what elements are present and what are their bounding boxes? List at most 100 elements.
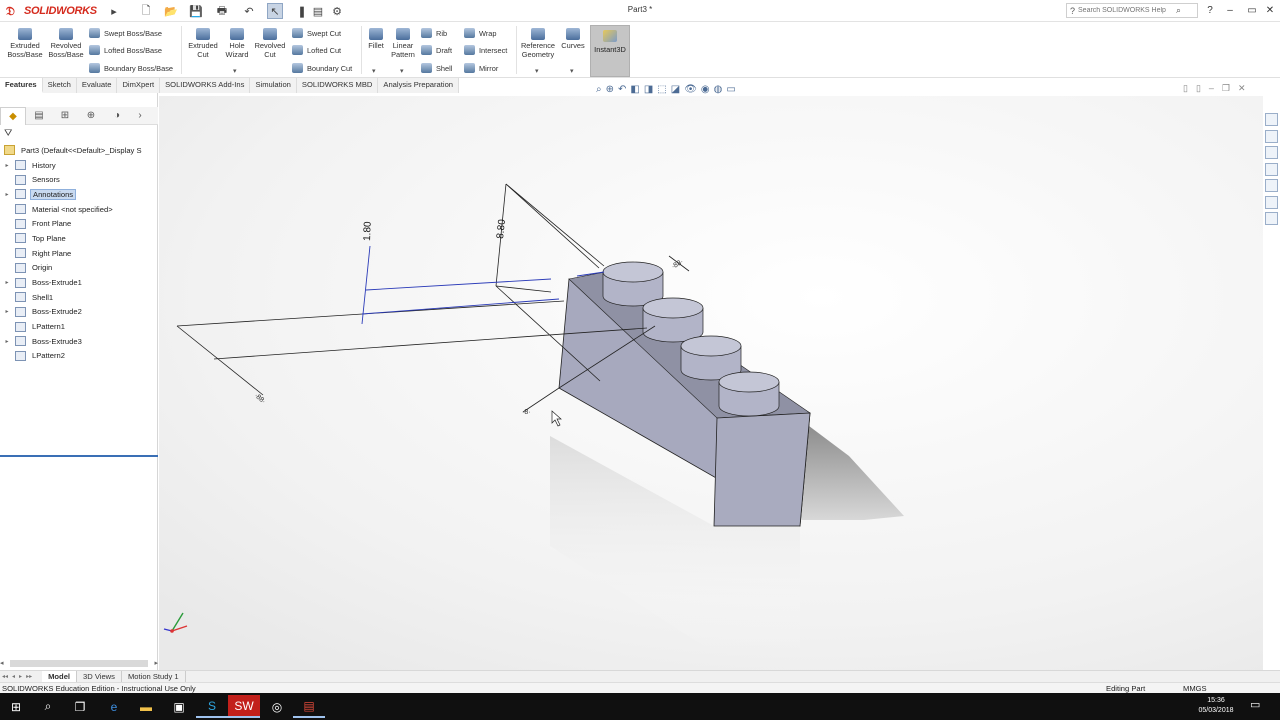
tree-item[interactable]: LPattern2 xyxy=(0,349,158,364)
viewport-restore-icon[interactable]: ❐ xyxy=(1222,83,1230,94)
configurationmanager-tab-icon[interactable]: ⊞ xyxy=(52,110,78,121)
swept-boss-button[interactable]: Swept Boss/Base xyxy=(89,26,162,40)
options-icon[interactable]: ⚙ xyxy=(329,3,345,19)
restore-icon[interactable]: ▭ xyxy=(1244,3,1260,19)
solidworks-resources-icon[interactable] xyxy=(1265,113,1278,126)
viewport-minimize-icon[interactable]: – xyxy=(1209,83,1214,94)
tab-3d-views[interactable]: 3D Views xyxy=(77,671,122,682)
fillet-button[interactable]: Fillet xyxy=(364,28,388,51)
search-icon[interactable]: ⌕ xyxy=(1176,5,1181,16)
custom-properties-icon[interactable] xyxy=(1265,195,1278,209)
displaymanager-tab-icon[interactable]: ◑ xyxy=(104,110,130,121)
instant3d-button[interactable]: Instant3D xyxy=(590,25,630,77)
dimension-1-80[interactable]: 1.80 xyxy=(362,221,374,241)
tree-item[interactable]: ▸ Annotations xyxy=(0,187,158,202)
solidworks-logo[interactable]: 𝔇 SOLIDWORKS xyxy=(6,3,97,19)
last-tab-icon[interactable]: ▸▸ xyxy=(24,673,34,680)
brick-front-face[interactable] xyxy=(713,412,811,527)
undo-icon[interactable]: ↶ xyxy=(241,3,257,19)
viewport-close-icon[interactable]: ✕ xyxy=(1238,83,1246,94)
display-style-icon[interactable]: ◪ xyxy=(671,84,680,95)
tile-view-icon[interactable]: ▯ xyxy=(1183,83,1188,94)
print-icon[interactable]: 🖶 xyxy=(214,3,230,19)
search-help-box[interactable]: ? ⌕ xyxy=(1066,3,1198,18)
tab-dimxpert[interactable]: DimXpert xyxy=(117,78,161,93)
tree-item[interactable]: Shell1 xyxy=(0,290,158,305)
taskbar-clock[interactable]: 15:36 05/03/2018 xyxy=(1198,696,1234,716)
wrap-button[interactable]: Wrap xyxy=(464,26,497,40)
expand-arrow-icon[interactable]: ▸ xyxy=(3,308,11,315)
appearances-icon[interactable] xyxy=(1265,179,1278,192)
rebuild-icon[interactable]: ❚ xyxy=(294,3,310,19)
file-explorer-taskbar-icon[interactable]: ▬ xyxy=(130,695,162,718)
tree-item[interactable]: Front Plane xyxy=(0,216,158,231)
featuremanager-tab-icon[interactable]: ◆ xyxy=(0,106,26,125)
model-canvas[interactable]: 1.80 8.80 ·88· ·8· ·88· xyxy=(159,96,1263,670)
rib-button[interactable]: Rib xyxy=(421,26,447,40)
zoom-to-fit-icon[interactable]: ⌕ xyxy=(596,84,602,95)
boundary-boss-button[interactable]: Boundary Boss/Base xyxy=(89,61,173,75)
view-orientation-icon[interactable]: ⬚ xyxy=(657,84,666,95)
notifications-icon[interactable]: ▭ xyxy=(1250,698,1260,711)
scroll-track[interactable] xyxy=(9,659,149,667)
expand-arrow-icon[interactable]: ▸ xyxy=(3,338,11,345)
dimension-8-80[interactable]: 8.80 xyxy=(495,218,508,239)
hole-wizard-button[interactable]: Hole Wizard xyxy=(220,28,254,59)
windows-start-icon[interactable]: ⊞ xyxy=(0,695,32,718)
tab-sketch[interactable]: Sketch xyxy=(42,78,77,93)
curves-button[interactable]: Curves xyxy=(560,28,586,51)
edge-browser-icon[interactable]: e xyxy=(98,695,130,718)
linear-pattern-dropdown-icon[interactable]: ▾ xyxy=(400,67,404,75)
previous-view-icon[interactable]: ↶ xyxy=(618,84,626,95)
tab-motion-study-1[interactable]: Motion Study 1 xyxy=(122,671,186,682)
scroll-right-icon[interactable]: ▸ xyxy=(154,659,158,667)
swept-cut-button[interactable]: Swept Cut xyxy=(292,26,341,40)
tree-item[interactable]: Material <not specified> xyxy=(0,202,158,217)
design-library-icon[interactable] xyxy=(1265,129,1278,143)
forum-icon[interactable] xyxy=(1265,212,1278,225)
tab-simulation[interactable]: Simulation xyxy=(250,78,297,93)
tree-item[interactable]: ▸ Boss-Extrude2 xyxy=(0,305,158,320)
intersect-button[interactable]: Intersect xyxy=(464,43,507,57)
tab-evaluate[interactable]: Evaluate xyxy=(76,78,118,93)
tab-model[interactable]: Model xyxy=(42,671,78,682)
lofted-cut-button[interactable]: Lofted Cut xyxy=(292,43,341,57)
next-tab-icon[interactable]: ▸ xyxy=(17,673,24,680)
edit-appearance-icon[interactable]: ◉ xyxy=(701,84,710,95)
tree-item[interactable]: ▸ Boss-Extrude3 xyxy=(0,334,158,349)
hide-show-items-icon[interactable]: 👁 xyxy=(684,84,697,95)
new-icon[interactable]: 🗋 xyxy=(138,3,154,19)
stud-2[interactable] xyxy=(642,297,704,343)
question-icon[interactable]: ? xyxy=(1202,3,1218,19)
first-tab-icon[interactable]: ◂◂ xyxy=(0,673,10,680)
expand-arrow-icon[interactable]: ▸ xyxy=(3,162,11,169)
reference-geometry-dropdown-icon[interactable]: ▾ xyxy=(535,67,539,75)
panel-horizontal-scrollbar[interactable]: ◂ ▸ xyxy=(0,658,158,668)
minimize-icon[interactable]: – xyxy=(1222,3,1238,19)
close-icon[interactable]: ✕ xyxy=(1262,3,1278,19)
lofted-boss-button[interactable]: Lofted Boss/Base xyxy=(89,43,162,57)
reference-geometry-button[interactable]: Reference Geometry xyxy=(518,28,558,59)
rollback-bar[interactable] xyxy=(0,455,158,457)
tree-item[interactable]: Top Plane xyxy=(0,231,158,246)
menu-expand-icon[interactable]: ▸ xyxy=(106,3,122,19)
revolved-boss-button[interactable]: Revolved Boss/Base xyxy=(46,28,86,59)
zoom-to-area-icon[interactable]: ⊕ xyxy=(606,84,614,95)
fillet-dropdown-icon[interactable]: ▾ xyxy=(372,67,376,75)
boundary-cut-button[interactable]: Boundary Cut xyxy=(292,61,352,75)
propertymanager-tab-icon[interactable]: ▤ xyxy=(26,110,52,121)
file-explorer-icon[interactable] xyxy=(1265,146,1278,159)
task-view-icon[interactable]: ❐ xyxy=(64,695,96,718)
search-taskbar-icon[interactable]: ⌕ xyxy=(32,695,64,718)
expand-arrow-icon[interactable]: ▸ xyxy=(3,191,11,198)
tab-analysis-preparation[interactable]: Analysis Preparation xyxy=(378,78,460,93)
save-icon[interactable]: 💾 xyxy=(188,3,204,19)
extruded-cut-button[interactable]: Extruded Cut xyxy=(184,28,222,59)
tree-item[interactable]: LPattern1 xyxy=(0,319,158,334)
section-view-icon[interactable]: ◧ xyxy=(630,84,639,95)
hole-wizard-dropdown-icon[interactable]: ▾ xyxy=(233,67,237,75)
tree-item[interactable]: Sensors xyxy=(0,172,158,187)
status-units[interactable]: MMGS xyxy=(1183,684,1207,693)
linear-pattern-button[interactable]: Linear Pattern xyxy=(387,28,419,59)
curves-dropdown-icon[interactable]: ▾ xyxy=(570,67,574,75)
